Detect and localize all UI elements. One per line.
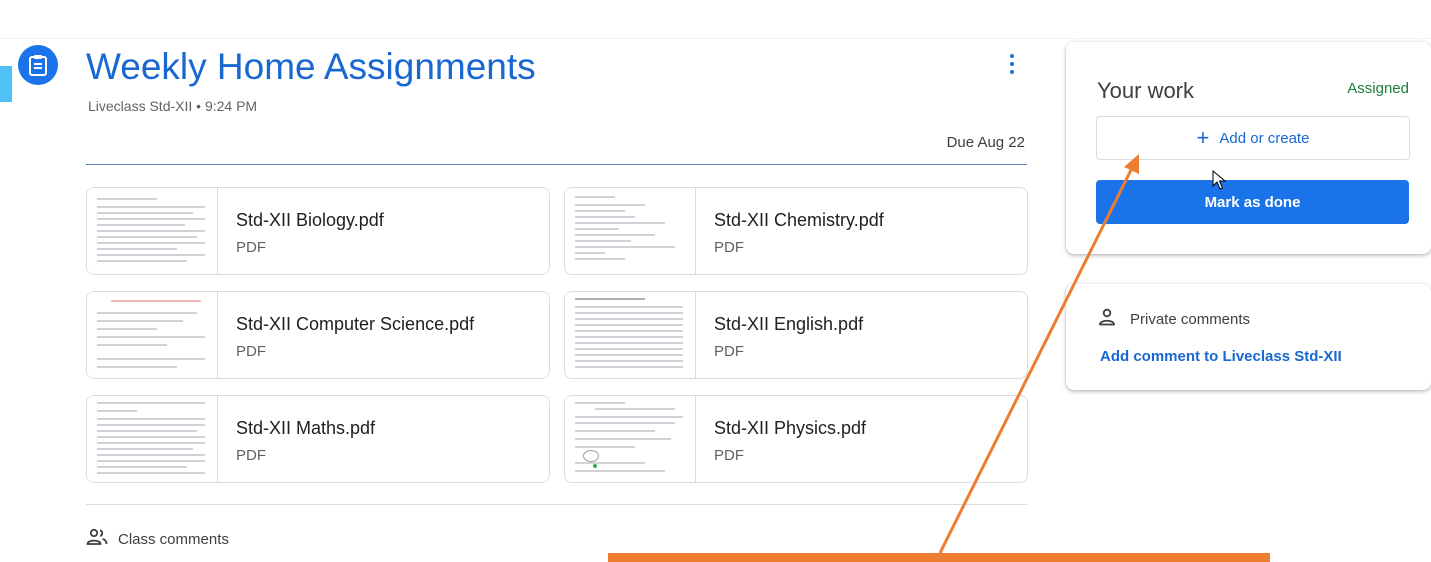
attachment-thumbnail — [565, 292, 696, 378]
attachment-type: PDF — [236, 447, 266, 464]
attachment-card-english[interactable]: Std-XII English.pdf PDF — [564, 291, 1028, 379]
class-comments-label: Class comments — [118, 530, 229, 548]
mark-as-done-button[interactable]: Mark as done — [1096, 180, 1409, 224]
attachment-thumbnail — [565, 188, 696, 274]
left-accent-stripe — [0, 66, 12, 102]
top-divider — [0, 38, 1431, 39]
attachment-card-biology[interactable]: Std-XII Biology.pdf PDF — [86, 187, 550, 275]
attachment-thumbnail — [87, 396, 218, 482]
private-comments-label: Private comments — [1130, 310, 1251, 328]
annotation-bar — [608, 553, 1270, 562]
attachment-thumbnail — [565, 396, 696, 482]
attachment-type: PDF — [236, 239, 266, 256]
attachment-card-physics[interactable]: Std-XII Physics.pdf PDF — [564, 395, 1028, 483]
comments-divider — [86, 504, 1027, 505]
private-comments-card: Private comments Add comment to Liveclas… — [1066, 284, 1431, 390]
attachment-thumbnail — [87, 188, 218, 274]
attachment-type: PDF — [714, 447, 744, 464]
attachment-type: PDF — [714, 343, 744, 360]
assignment-subtitle: Liveclass Std-XII • 9:24 PM — [88, 98, 258, 114]
attachment-name: Std-XII Computer Science.pdf — [236, 314, 475, 334]
more-vert-icon[interactable] — [1000, 50, 1024, 78]
assignment-icon — [18, 45, 58, 85]
class-comments[interactable]: Class comments — [86, 528, 229, 550]
attachment-name: Std-XII Maths.pdf — [236, 418, 376, 438]
attachment-thumbnail — [87, 292, 218, 378]
mouse-cursor-icon — [1212, 170, 1226, 190]
assignment-title: Weekly Home Assignments — [86, 46, 536, 87]
add-or-create-button[interactable]: + Add or create — [1096, 116, 1410, 160]
attachment-card-chemistry[interactable]: Std-XII Chemistry.pdf PDF — [564, 187, 1028, 275]
add-private-comment-link[interactable]: Add comment to Liveclass Std-XII — [1100, 348, 1342, 365]
status-badge: Assigned — [1347, 80, 1409, 97]
plus-icon: + — [1196, 125, 1210, 150]
your-work-card: Your work Assigned + Add or create Mark … — [1066, 42, 1431, 254]
your-work-title: Your work — [1097, 78, 1195, 103]
header-divider — [86, 164, 1027, 165]
attachment-name: Std-XII Biology.pdf — [236, 210, 384, 230]
attachment-name: Std-XII Physics.pdf — [714, 418, 867, 438]
attachment-card-computer-science[interactable]: Std-XII Computer Science.pdf PDF — [86, 291, 550, 379]
attachment-card-maths[interactable]: Std-XII Maths.pdf PDF — [86, 395, 550, 483]
attachment-type: PDF — [236, 343, 266, 360]
attachment-name: Std-XII Chemistry.pdf — [714, 210, 884, 230]
people-icon — [86, 528, 108, 550]
attachment-type: PDF — [714, 239, 744, 256]
attachment-name: Std-XII English.pdf — [714, 314, 864, 334]
add-or-create-label: Add or create — [1219, 129, 1310, 147]
person-icon — [1098, 308, 1116, 330]
due-date: Due Aug 22 — [946, 134, 1025, 151]
